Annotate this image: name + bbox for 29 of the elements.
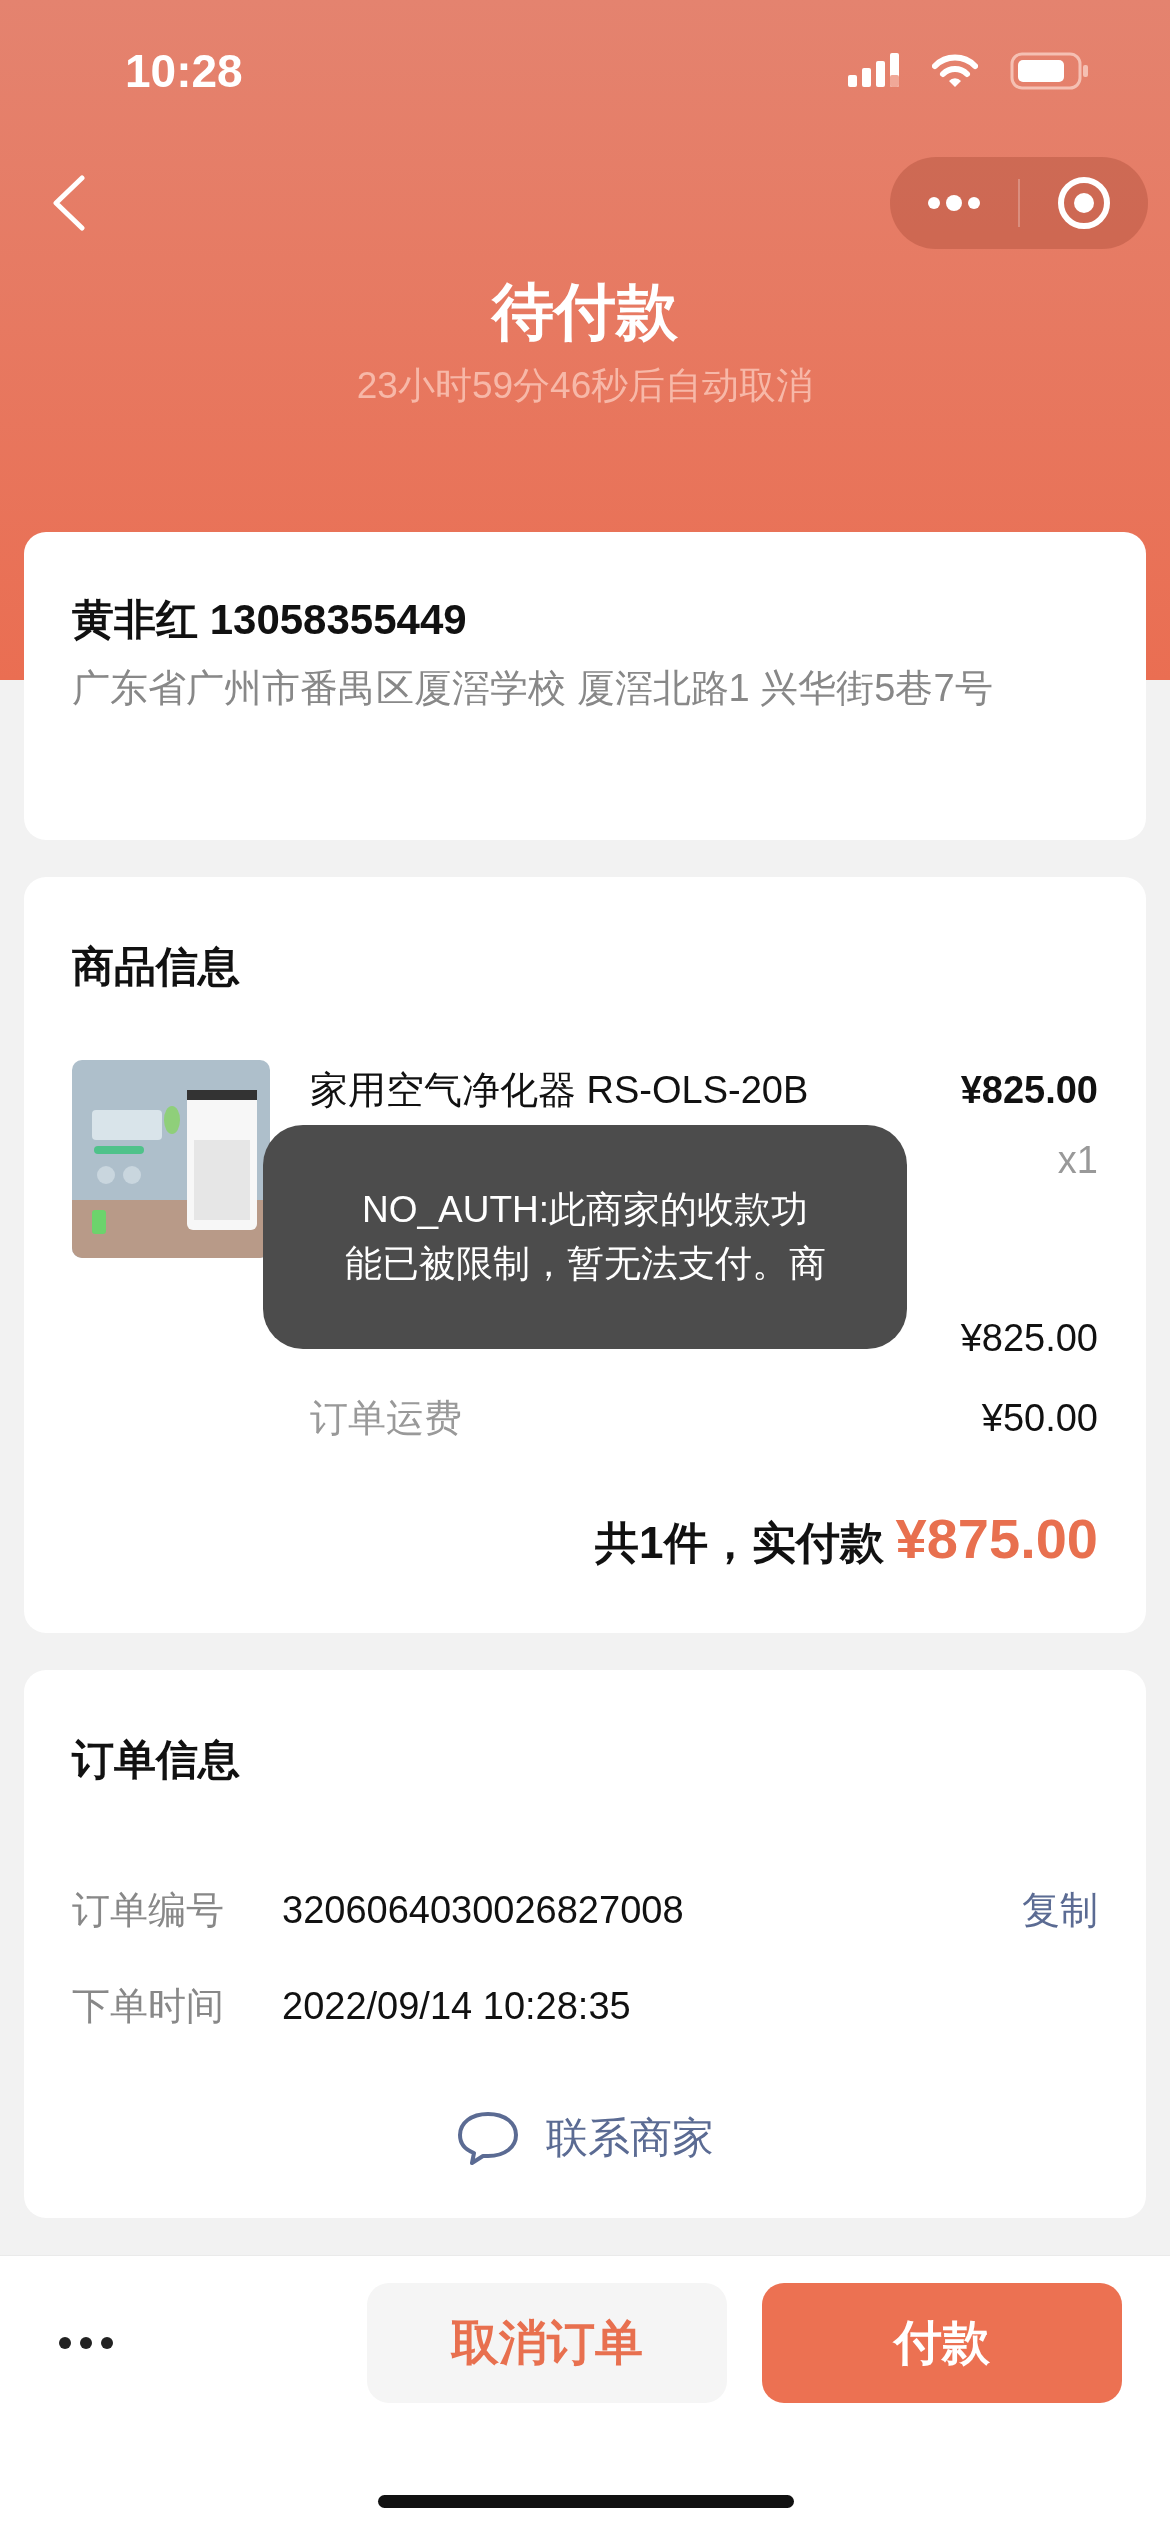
product-quantity: x1 xyxy=(1057,1138,1098,1183)
pay-button[interactable]: 付款 xyxy=(762,2283,1122,2403)
summary-label: 订单运费 xyxy=(310,1395,462,1441)
contact-merchant-link[interactable]: 联系商家 xyxy=(546,2110,714,2166)
battery-icon xyxy=(1010,52,1090,91)
chat-bubble-icon[interactable] xyxy=(456,2110,520,2166)
info-label: 订单编号 xyxy=(72,1887,225,1933)
wifi-icon xyxy=(932,54,978,89)
more-icon[interactable] xyxy=(58,2336,114,2350)
status-time: 10:28 xyxy=(125,44,244,99)
cancel-order-button[interactable]: 取消订单 xyxy=(367,2283,727,2403)
section-heading: 商品信息 xyxy=(72,942,240,992)
address-text: 广东省广州市番禺区厦滘学校 厦滘北路1 兴华街5巷7号 xyxy=(72,666,994,711)
signal-icon xyxy=(848,53,900,90)
toast-message: NO_AUTH:此商家的收款功 能已被限制，暂无法支付。商 xyxy=(263,1125,907,1349)
product-price: ¥825.00 xyxy=(960,1068,1098,1113)
recipient-name-phone: 黄非红 13058355449 xyxy=(72,595,468,645)
info-value: 3206064030026827008 xyxy=(282,1888,685,1932)
info-value: 2022/09/14 10:28:35 xyxy=(282,1984,632,2028)
summary-value: ¥825.00 xyxy=(960,1316,1098,1360)
summary-value: ¥50.00 xyxy=(981,1396,1098,1440)
product-name: 家用空气净化器 RS-OLS-20B xyxy=(310,1068,809,1113)
page-title: 待付款 xyxy=(492,275,678,348)
section-heading: 订单信息 xyxy=(72,1735,240,1785)
copy-button[interactable]: 复制 xyxy=(1022,1884,1098,1936)
total-amount: ¥875.00 xyxy=(895,1506,1098,1571)
total-label: 共1件，实付款 xyxy=(595,1517,884,1569)
info-label: 下单时间 xyxy=(72,1983,225,2029)
countdown-text: 23小时59分46秒后自动取消 xyxy=(356,363,814,408)
